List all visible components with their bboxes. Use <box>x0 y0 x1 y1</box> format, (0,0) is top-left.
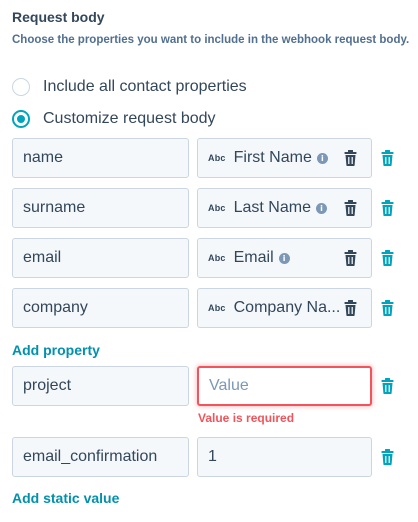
radio-label: Customize request body <box>43 110 216 127</box>
info-icon[interactable]: i <box>316 152 328 164</box>
trash-icon[interactable] <box>344 150 357 171</box>
key-value: project <box>23 377 72 394</box>
key-input[interactable]: surname <box>12 188 189 228</box>
radio-button[interactable] <box>12 110 30 128</box>
key-value: email_confirmation <box>23 448 158 465</box>
property-select[interactable]: Abc Company Na... <box>197 288 372 328</box>
key-input[interactable]: company <box>12 288 189 328</box>
radio-button[interactable] <box>12 78 30 96</box>
add-property-link[interactable]: Add property <box>12 342 100 358</box>
trash-icon[interactable] <box>344 300 357 321</box>
static-key-input[interactable]: project <box>12 366 189 406</box>
delete-static-trash-icon[interactable] <box>381 378 394 399</box>
key-value: email <box>23 249 62 266</box>
radio-label: Include all contact properties <box>43 78 247 95</box>
static-value-input[interactable] <box>197 366 372 406</box>
radio-include-all[interactable]: Include all contact properties <box>12 78 247 96</box>
info-icon[interactable]: i <box>315 202 327 214</box>
value-text: 1 <box>208 448 217 465</box>
delete-static-trash-icon[interactable] <box>381 449 394 470</box>
text-type-badge: Abc <box>208 303 226 313</box>
delete-row-trash-icon[interactable] <box>381 250 394 271</box>
static-key-input[interactable]: email_confirmation <box>12 437 189 477</box>
validation-error: Value is required <box>198 411 295 425</box>
text-type-badge: Abc <box>208 153 226 163</box>
radio-selected-dot <box>17 115 25 123</box>
delete-row-trash-icon[interactable] <box>381 300 394 321</box>
static-value-input[interactable]: 1 <box>197 437 372 477</box>
property-name: Email <box>233 249 274 266</box>
property-select[interactable]: Abc Email i <box>197 238 372 278</box>
info-icon[interactable]: i <box>278 252 290 264</box>
text-type-badge: Abc <box>208 203 226 213</box>
section-title: Request body <box>12 9 105 25</box>
property-name: First Name <box>233 149 312 166</box>
delete-row-trash-icon[interactable] <box>381 200 394 221</box>
value-input[interactable] <box>209 377 370 395</box>
property-select[interactable]: Abc First Name i <box>197 138 372 178</box>
trash-icon[interactable] <box>344 250 357 271</box>
delete-row-trash-icon[interactable] <box>381 150 394 171</box>
property-select[interactable]: Abc Last Name i <box>197 188 372 228</box>
key-input[interactable]: email <box>12 238 189 278</box>
key-value: name <box>23 149 64 166</box>
property-name: Company Na... <box>233 299 341 316</box>
text-type-badge: Abc <box>208 253 226 263</box>
trash-icon[interactable] <box>344 200 357 221</box>
radio-customize[interactable]: Customize request body <box>12 110 216 128</box>
section-description: Choose the properties you want to includ… <box>12 34 410 46</box>
add-static-value-link[interactable]: Add static value <box>12 490 119 506</box>
property-name: Last Name <box>233 199 311 216</box>
key-input[interactable]: name <box>12 138 189 178</box>
key-value: company <box>23 299 88 316</box>
key-value: surname <box>23 199 86 216</box>
